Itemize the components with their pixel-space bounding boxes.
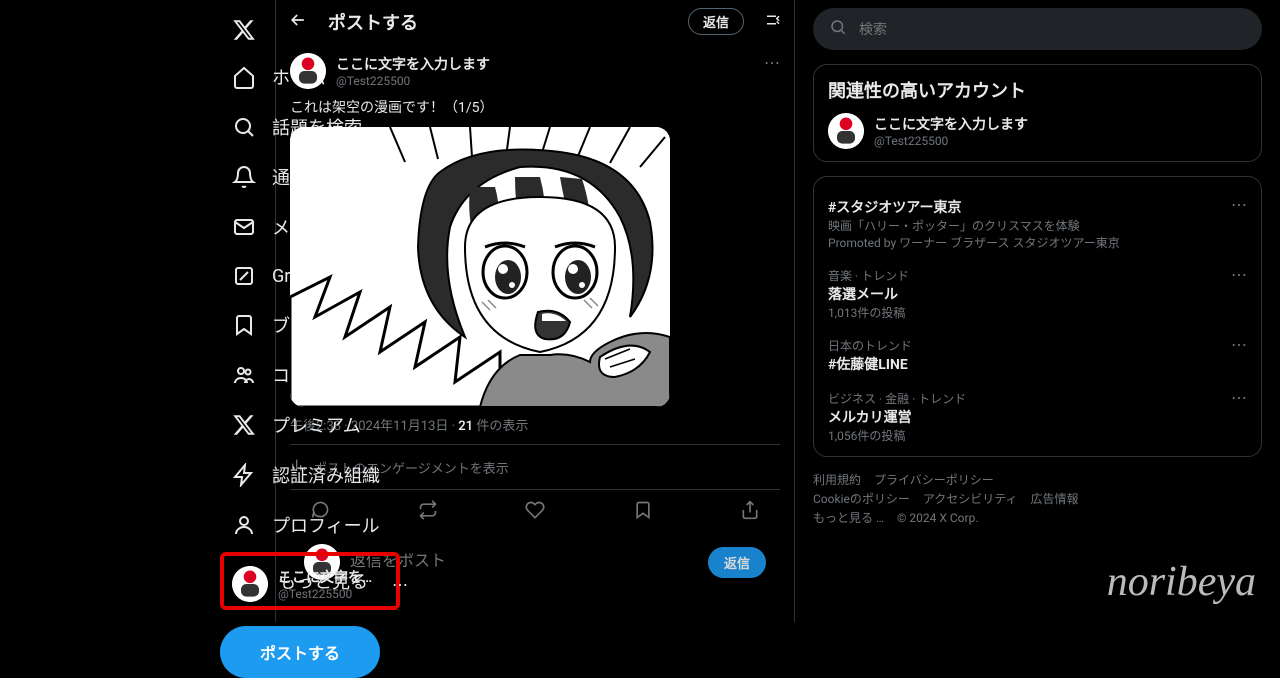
post-views-label: 件の表示 xyxy=(476,419,528,434)
footer-link[interactable]: Cookieのポリシー xyxy=(813,492,910,506)
trend-meta: 音楽 · トレンド xyxy=(828,267,1247,284)
trend-hashtag: #スタジオツアー東京 xyxy=(828,197,1247,217)
compose-post-button[interactable]: ポストする xyxy=(220,626,380,678)
lightning-icon xyxy=(232,463,256,487)
share-icon[interactable] xyxy=(740,500,760,524)
avatar[interactable] xyxy=(290,53,326,89)
sidebar-item-label: プロフィール xyxy=(272,512,380,538)
account-handle: @Test225500 xyxy=(278,587,382,601)
footer-link[interactable]: 広告情報 xyxy=(1031,492,1079,506)
sidebar: ホーム 話題を検索 通知 メッセージ Grok ブックマーク xyxy=(0,0,275,622)
more-icon: ⋯ xyxy=(392,575,408,594)
home-icon xyxy=(232,65,256,89)
trend-count: 1,013件の投稿 xyxy=(828,304,1247,321)
right-column: 関連性の高いアカウント ここに文字を入力します @Test225500 #スタジ… xyxy=(795,0,1280,622)
footer-link[interactable]: 利用規約 xyxy=(813,473,861,487)
post-author-name[interactable]: ここに文字を入力します xyxy=(336,54,490,74)
bookmark-icon xyxy=(232,313,256,337)
account-info: ここに文字を入力しま @Test225500 xyxy=(278,567,382,601)
x-logo[interactable] xyxy=(220,10,400,50)
trend-meta: 日本のトレンド xyxy=(828,337,1247,354)
trend-item[interactable]: 日本のトレンド #佐藤健LINE ⋯ xyxy=(828,329,1247,382)
trend-promoted-by: Promoted by ワーナー ブラザース スタジオツアー東京 xyxy=(828,234,1247,251)
account-name: ここに文字を入力しま xyxy=(278,567,382,587)
post-author-handle[interactable]: @Test225500 xyxy=(336,74,490,88)
community-icon xyxy=(232,363,256,387)
sidebar-item-label: 認証済み組織 xyxy=(272,462,380,488)
grok-icon xyxy=(232,264,256,288)
manga-illustration xyxy=(290,127,670,407)
relevant-account[interactable]: ここに文字を入力します @Test225500 xyxy=(828,113,1247,149)
relevant-account-name: ここに文字を入力します xyxy=(874,114,1028,134)
trend-meta: ビジネス · 金融 · トレンド xyxy=(828,390,1247,407)
relevant-account-handle: @Test225500 xyxy=(874,134,1028,148)
more-icon[interactable]: ⋯ xyxy=(1231,388,1247,407)
trend-count: 1,056件の投稿 xyxy=(828,427,1247,444)
search-input[interactable] xyxy=(859,21,1246,37)
more-icon[interactable]: ⋯ xyxy=(1231,335,1247,354)
account-switcher[interactable]: ここに文字を入力しま @Test225500 ⋯ xyxy=(220,558,420,610)
trend-topic: #佐藤健LINE xyxy=(828,354,1247,374)
post-views-count[interactable]: 21 xyxy=(458,419,473,434)
avatar xyxy=(828,113,864,149)
trend-item[interactable]: 音楽 · トレンド 落選メール 1,013件の投稿 ⋯ xyxy=(828,259,1247,329)
reply-button[interactable]: 返信 xyxy=(708,547,766,578)
person-icon xyxy=(232,513,256,537)
trend-desc: 映画「ハリー・ポッター」のクリスマスを体験 xyxy=(828,217,1247,234)
footer-links: 利用規約 プライバシーポリシー Cookieのポリシー アクセシビリティ 広告情… xyxy=(813,471,1262,529)
post-image[interactable] xyxy=(290,127,670,407)
footer-link[interactable]: プライバシーポリシー xyxy=(874,473,994,487)
relevant-title: 関連性の高いアカウント xyxy=(828,77,1247,103)
sidebar-item-profile[interactable]: プロフィール xyxy=(220,502,400,548)
trend-topic: 落選メール xyxy=(828,284,1247,304)
more-icon[interactable]: ⋯ xyxy=(1231,265,1247,284)
trend-topic: メルカリ運営 xyxy=(828,407,1247,427)
trends-card: #スタジオツアー東京 映画「ハリー・ポッター」のクリスマスを体験 Promote… xyxy=(813,176,1262,457)
more-icon[interactable]: ⋯ xyxy=(1231,195,1247,214)
trend-item[interactable]: ビジネス · 金融 · トレンド メルカリ運営 1,056件の投稿 ⋯ xyxy=(828,382,1247,452)
mail-icon xyxy=(232,215,256,239)
relevant-accounts-card: 関連性の高いアカウント ここに文字を入力します @Test225500 xyxy=(813,64,1262,162)
post-more-icon[interactable]: ⋯ xyxy=(764,53,780,72)
search-box[interactable] xyxy=(813,8,1262,50)
x-logo-icon xyxy=(232,413,256,437)
footer-link[interactable]: もっと見る … xyxy=(813,511,884,525)
avatar xyxy=(232,566,268,602)
x-logo-icon xyxy=(232,18,256,42)
sidebar-item-premium[interactable]: プレミアム xyxy=(220,402,400,448)
settings-icon[interactable] xyxy=(764,11,782,33)
bell-icon xyxy=(232,165,256,189)
footer-link[interactable]: アクセシビリティ xyxy=(923,492,1018,506)
sidebar-item-verified-orgs[interactable]: 認証済み組織 xyxy=(220,452,400,498)
search-icon xyxy=(829,18,847,40)
bookmark-icon[interactable] xyxy=(633,500,653,524)
trend-promoted[interactable]: #スタジオツアー東京 映画「ハリー・ポッター」のクリスマスを体験 Promote… xyxy=(828,189,1247,259)
search-icon xyxy=(232,115,256,139)
reply-chip[interactable]: 返信 xyxy=(688,8,744,35)
sidebar-item-label: プレミアム xyxy=(272,412,361,438)
footer-copyright: © 2024 X Corp. xyxy=(897,511,978,525)
like-icon[interactable] xyxy=(525,500,545,524)
retweet-icon[interactable] xyxy=(418,500,438,524)
